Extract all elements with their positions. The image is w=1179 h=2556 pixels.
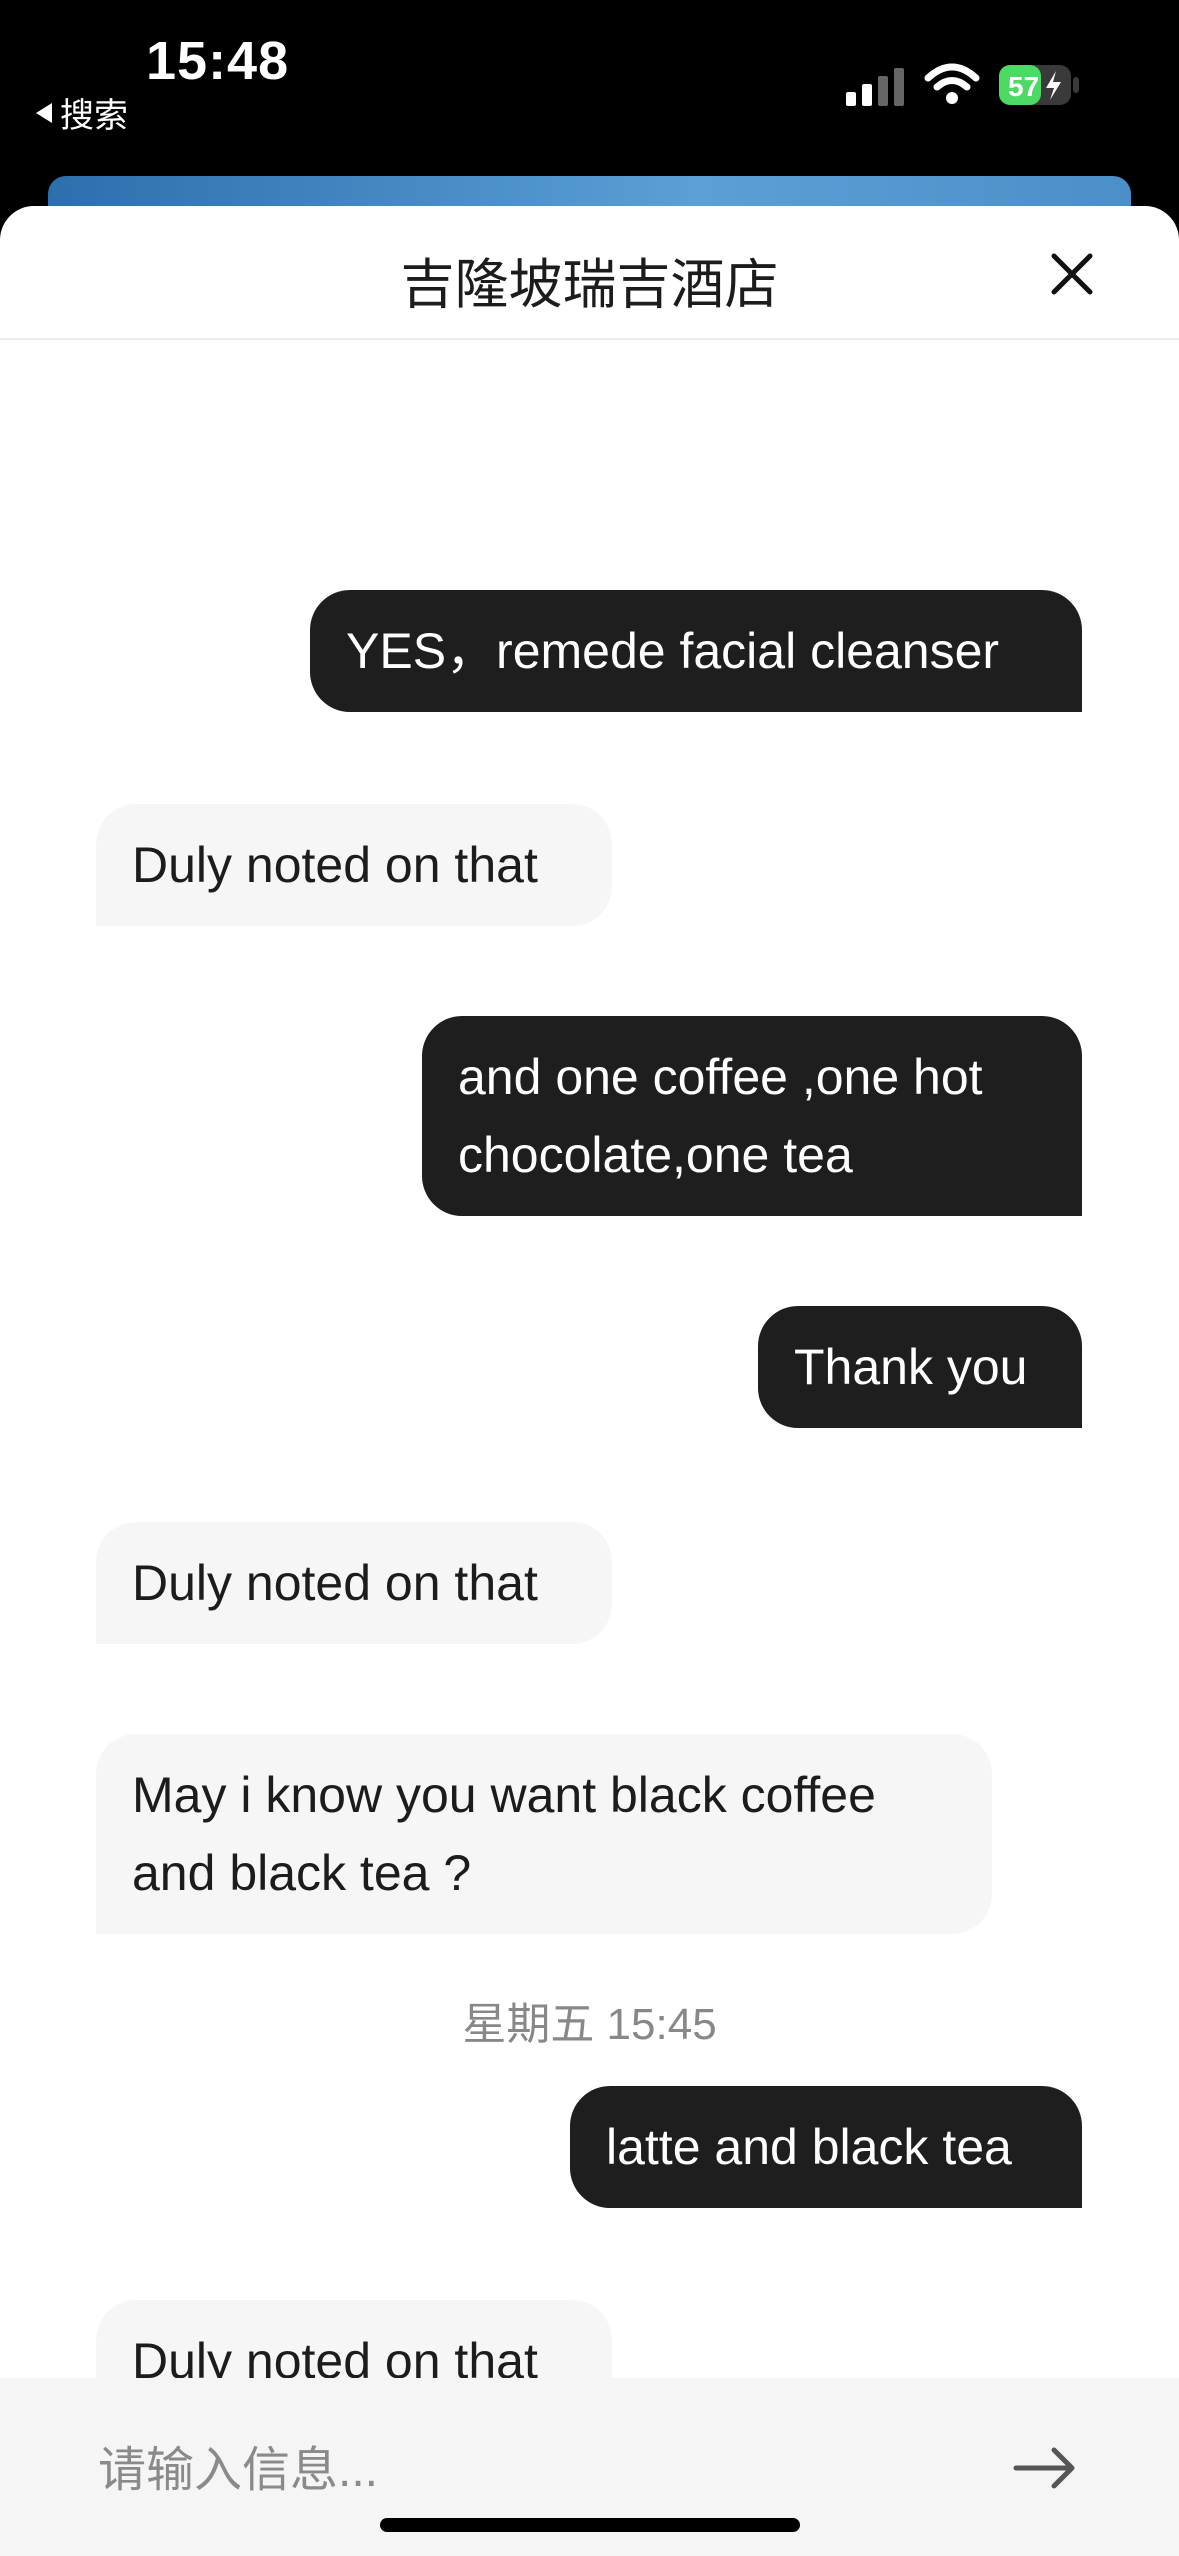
back-app-label: 搜索 [60,97,128,135]
send-arrow-icon[interactable] [1010,2438,1080,2498]
chat-title: 吉隆坡瑞吉酒店 [400,255,779,315]
back-triangle-icon [36,102,52,123]
status-bar: 15:48 搜索 57 [0,0,1179,200]
message-input[interactable] [96,2424,980,2516]
message-bubble-outgoing: and one coffee ,one hot chocolate,one te… [422,1016,1082,1216]
message-bubble-incoming: May i know you want black coffee and bla… [96,1734,992,1934]
close-icon [1051,253,1093,295]
status-time: 15:48 [146,31,290,91]
wifi-icon [924,63,980,104]
message-bubble-incoming: Duly noted on that [96,804,612,926]
chat-header: 吉隆坡瑞吉酒店 [0,206,1179,340]
chat-sheet: 吉隆坡瑞吉酒店 YES，remede facial cleanser Duly … [0,206,1179,2556]
message-bubble-outgoing: latte and black tea [570,2086,1082,2208]
message-list[interactable]: YES，remede facial cleanser Duly noted on… [0,340,1179,2556]
cellular-signal-icon [846,68,904,106]
home-indicator [380,2518,800,2532]
battery-icon: 57 [999,65,1079,105]
message-bubble-outgoing: YES，remede facial cleanser [310,590,1082,712]
back-to-app-link[interactable]: 搜索 [36,88,128,137]
message-bubble-outgoing: Thank you [758,1306,1082,1428]
message-bubble-incoming: Duly noted on that [96,1522,612,1644]
battery-level-text: 57 [1008,71,1039,102]
close-button[interactable] [1044,246,1100,302]
message-timestamp: 星期五 15:45 [462,2000,717,2049]
